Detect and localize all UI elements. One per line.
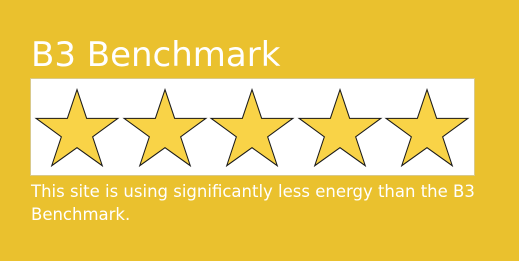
star-icon <box>296 87 383 169</box>
star-icon <box>384 87 470 169</box>
star-icon <box>34 87 120 169</box>
star-icon <box>209 87 295 169</box>
benchmark-description: This site is using significantly less en… <box>31 182 475 224</box>
star-icon <box>121 87 208 169</box>
star-rating-box <box>30 78 475 176</box>
star-rating <box>34 87 471 169</box>
benchmark-card: B3 Benchmark This site is using signific… <box>0 0 519 261</box>
benchmark-title: B3 Benchmark <box>31 35 281 75</box>
